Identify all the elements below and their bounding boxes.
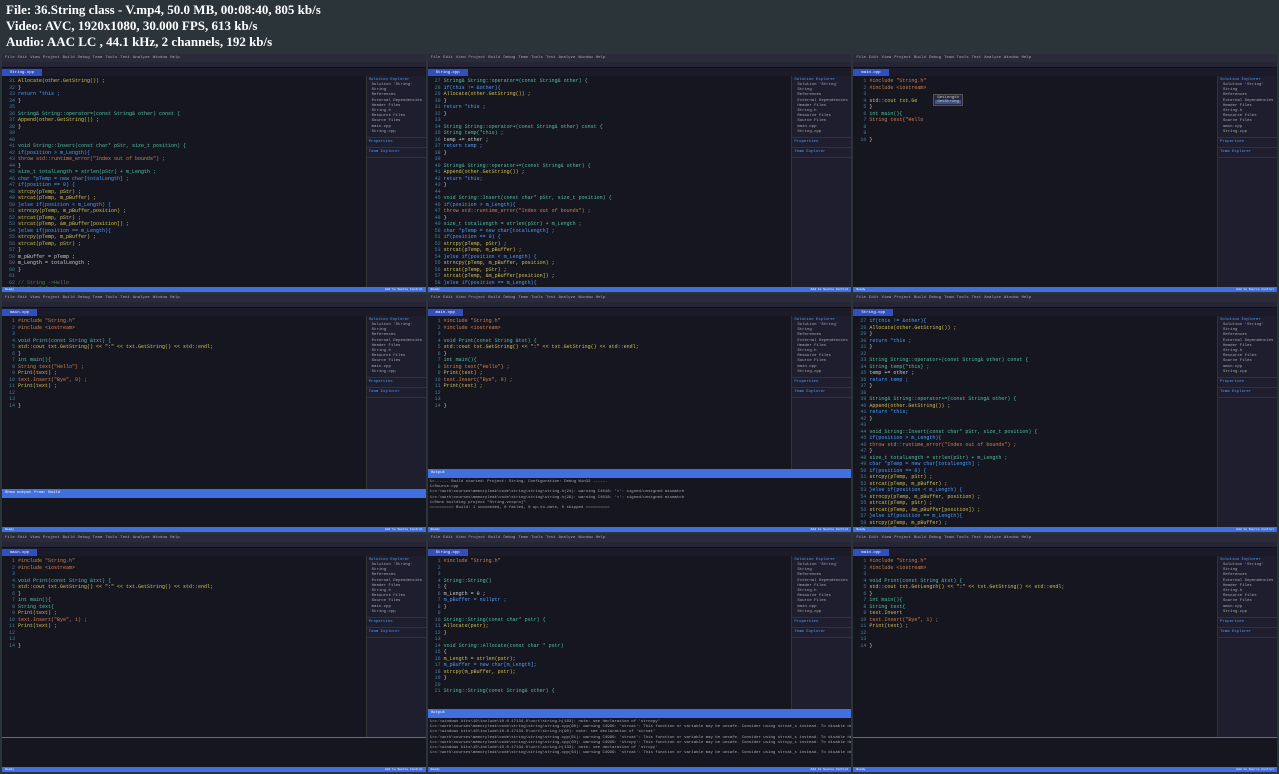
- tab-row: main.cpp: [853, 68, 1277, 76]
- code-editor[interactable]: 1#include "String.h"2#include <iostream>…: [853, 76, 1217, 287]
- statusbar: ReadyAdd to Source Control: [2, 287, 426, 292]
- code-editor[interactable]: 1#include "String.h"2#include <iostream>…: [2, 556, 366, 737]
- solution-explorer[interactable]: Solution ExplorerSolution 'String'String…: [1217, 76, 1277, 287]
- solution-explorer[interactable]: Solution ExplorerSolution 'String'String…: [1217, 316, 1277, 527]
- tab-row: String.cpp: [428, 548, 852, 556]
- tab-row: main.cpp: [428, 308, 852, 316]
- output-panel[interactable]: [2, 497, 426, 527]
- autocomplete-popup[interactable]: GetLengthGetString: [933, 94, 963, 106]
- solution-explorer[interactable]: Solution ExplorerSolution 'String'String…: [366, 76, 426, 287]
- tab-row: String.cpp: [2, 68, 426, 76]
- statusbar: ReadyAdd to Source Control: [853, 527, 1277, 532]
- statusbar: ReadyAdd to Source Control: [428, 527, 852, 532]
- thumb-4: FileEditViewProjectBuildDebugTeamToolsTe…: [2, 294, 426, 532]
- output-panel[interactable]: [853, 737, 1277, 767]
- tab-active[interactable]: String.cpp: [428, 549, 468, 556]
- tab-active[interactable]: main.cpp: [853, 549, 888, 556]
- menubar[interactable]: FileEditViewProjectBuildDebugTeamToolsTe…: [428, 54, 852, 62]
- tab-active[interactable]: main.cpp: [853, 69, 888, 76]
- code-editor[interactable]: 1#include "String.h"2#include <iostream>…: [853, 556, 1217, 737]
- tab-active[interactable]: String.cpp: [853, 309, 893, 316]
- statusbar: ReadyAdd to Source Control: [2, 767, 426, 772]
- thumb-7: FileEditViewProjectBuildDebugTeamToolsTe…: [2, 534, 426, 772]
- thumbnail-grid: FileEditViewProjectBuildDebugTeamToolsTe…: [0, 52, 1279, 774]
- thumb-5: FileEditViewProjectBuildDebugTeamToolsTe…: [428, 294, 852, 532]
- tab-row: String.cpp: [428, 68, 852, 76]
- thumb-1: FileEditViewProjectBuildDebugTeamToolsTe…: [2, 54, 426, 292]
- menubar[interactable]: FileEditViewProjectBuildDebugTeamToolsTe…: [2, 534, 426, 542]
- output-header: Output: [428, 709, 852, 717]
- tab-row: String.cpp: [853, 308, 1277, 316]
- solution-explorer[interactable]: Solution ExplorerSolution 'String'String…: [366, 316, 426, 489]
- code-editor[interactable]: 1#include "String.h"2#include <iostream>…: [428, 316, 792, 469]
- code-editor[interactable]: 31 Allocate(other.GetString()) ;32 }33 r…: [2, 76, 366, 287]
- statusbar: ReadyAdd to Source Control: [853, 287, 1277, 292]
- statusbar: ReadyAdd to Source Control: [428, 767, 852, 772]
- menubar[interactable]: FileEditViewProjectBuildDebugTeamToolsTe…: [2, 54, 426, 62]
- thumb-9: FileEditViewProjectBuildDebugTeamToolsTe…: [853, 534, 1277, 772]
- media-info-header: File: 36.String class - V.mp4, 50.0 MB, …: [0, 0, 1279, 52]
- tab-row: main.cpp: [2, 548, 426, 556]
- code-editor[interactable]: 27 if(this != &other){28 Allocate(other.…: [853, 316, 1217, 527]
- code-editor[interactable]: 1#include "String.h"234String::String()5…: [428, 556, 792, 709]
- tab-row: main.cpp: [853, 548, 1277, 556]
- tab-active[interactable]: main.cpp: [2, 549, 37, 556]
- tab-active[interactable]: String.cpp: [2, 69, 42, 76]
- statusbar: ReadyAdd to Source Control: [2, 527, 426, 532]
- output-panel[interactable]: [2, 737, 426, 767]
- menubar[interactable]: FileEditViewProjectBuildDebugTeamToolsTe…: [2, 294, 426, 302]
- code-editor[interactable]: 1#include "String.h"2#include <iostream>…: [2, 316, 366, 489]
- thumb-8: FileEditViewProjectBuildDebugTeamToolsTe…: [428, 534, 852, 772]
- tab-row: main.cpp: [2, 308, 426, 316]
- menubar[interactable]: FileEditViewProjectBuildDebugTeamToolsTe…: [428, 294, 852, 302]
- solution-explorer[interactable]: Solution ExplorerSolution 'String'String…: [366, 556, 426, 737]
- statusbar: ReadyAdd to Source Control: [853, 767, 1277, 772]
- menubar[interactable]: FileEditViewProjectBuildDebugTeamToolsTe…: [853, 294, 1277, 302]
- menubar[interactable]: FileEditViewProjectBuildDebugTeamToolsTe…: [428, 534, 852, 542]
- thumb-6: FileEditViewProjectBuildDebugTeamToolsTe…: [853, 294, 1277, 532]
- thumb-3: FileEditViewProjectBuildDebugTeamToolsTe…: [853, 54, 1277, 292]
- thumb-2: FileEditViewProjectBuildDebugTeamToolsTe…: [428, 54, 852, 292]
- menubar[interactable]: FileEditViewProjectBuildDebugTeamToolsTe…: [853, 534, 1277, 542]
- tab-active[interactable]: main.cpp: [428, 309, 463, 316]
- solution-explorer[interactable]: Solution ExplorerSolution 'String'String…: [791, 76, 851, 287]
- output-header: Output: [428, 469, 852, 477]
- solution-explorer[interactable]: Solution ExplorerSolution 'String'String…: [791, 556, 851, 709]
- solution-explorer[interactable]: Solution ExplorerSolution 'String'String…: [791, 316, 851, 469]
- output-panel[interactable]: 1>------ Build started: Project: String,…: [428, 477, 852, 527]
- code-editor[interactable]: 27String& String::operator=(const String…: [428, 76, 792, 287]
- solution-explorer[interactable]: Solution ExplorerSolution 'String'String…: [1217, 556, 1277, 737]
- menubar[interactable]: FileEditViewProjectBuildDebugTeamToolsTe…: [853, 54, 1277, 62]
- statusbar: ReadyAdd to Source Control: [428, 287, 852, 292]
- output-header: Show output from: Build: [2, 489, 426, 497]
- output-panel[interactable]: 1>c:\windows kits\10\include\10.0.17134.…: [428, 717, 852, 767]
- tab-active[interactable]: String.cpp: [428, 69, 468, 76]
- tab-active[interactable]: main.cpp: [2, 309, 37, 316]
